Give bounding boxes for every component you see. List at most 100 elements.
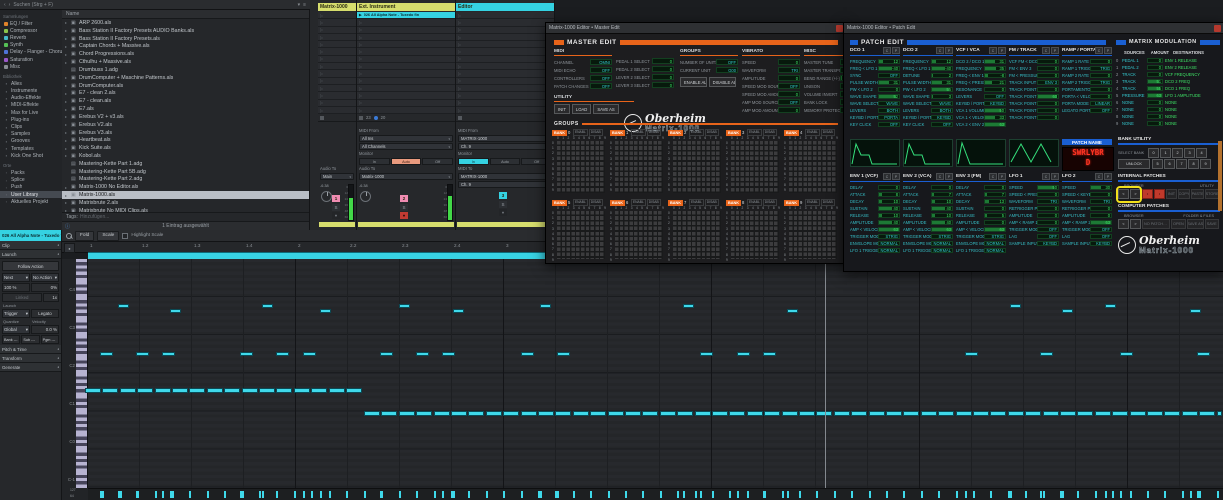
bank-enable-button[interactable]: ENABL (689, 129, 704, 136)
param-field[interactable]: 0 (1037, 87, 1059, 93)
bank-grid[interactable] (789, 141, 837, 193)
bank-grid[interactable] (731, 141, 779, 193)
param-field[interactable]: 0 (778, 91, 800, 97)
launch-mode-select[interactable]: Trigger▾ (2, 309, 30, 318)
matrix-destination-select[interactable]: DCO 2 FREQ (1165, 79, 1220, 84)
sidebar-item-aktuelles-projekt[interactable]: ▫Aktuelles Projekt (0, 198, 62, 205)
velocity-marker[interactable] (903, 491, 905, 498)
copy-button[interactable]: C (989, 173, 997, 180)
sidebar-item-delay-flanger-chorus[interactable]: Delay - Flanger - Chorus (0, 49, 62, 56)
file-row[interactable]: ▤Mastering-Kette Part 1.adg (62, 160, 309, 168)
param-field[interactable]: 0 (652, 58, 674, 64)
clip-slot[interactable]: ▷ (318, 70, 356, 77)
file-row[interactable]: ▤Drumbuss 1.adg (62, 66, 309, 74)
pgm-field[interactable]: Pgm --- (41, 335, 59, 344)
crossfade-strip[interactable] (358, 222, 454, 227)
param-field[interactable]: 5 (984, 213, 1006, 219)
bank-grid[interactable] (615, 211, 663, 259)
disclosure-icon[interactable]: ▸ (65, 122, 69, 127)
param-field[interactable]: 0 (1090, 192, 1112, 198)
velocity-marker[interactable] (451, 491, 453, 498)
clip-slot[interactable]: ▷ (357, 48, 455, 55)
velocity-marker[interactable] (834, 491, 836, 498)
disclosure-icon[interactable]: ▸ (65, 138, 69, 143)
param-field[interactable]: 0 (1090, 59, 1112, 65)
disclosure-icon[interactable]: ▸ (65, 200, 69, 205)
param-field[interactable]: 50 (984, 108, 1006, 114)
clip-slot[interactable]: ▷ (357, 100, 455, 107)
midi-note[interactable] (1010, 304, 1021, 308)
param-field[interactable]: OFF (778, 99, 800, 105)
param-field[interactable]: 12 (931, 59, 953, 65)
param-field[interactable]: TRIG (1090, 80, 1112, 86)
param-field[interactable]: 0 (778, 59, 800, 65)
matrix-amount-field[interactable]: 0 (1147, 65, 1163, 71)
bank-disable-button[interactable]: DISAB (763, 129, 777, 136)
file-row[interactable]: ▸▣DrumComputer.als (62, 82, 309, 90)
param-field[interactable]: KEYBD (1090, 241, 1112, 247)
internal-copy-button[interactable]: COPY (1178, 189, 1190, 199)
track-activator[interactable]: 1 (332, 195, 340, 202)
param-field[interactable]: 13 (984, 199, 1006, 205)
matrix-destination-select[interactable]: NONE (1165, 100, 1220, 105)
velocity-marker[interactable] (1025, 491, 1027, 498)
sidebar-item-clips[interactable]: ▪Clips (0, 123, 62, 130)
velocity-marker[interactable] (660, 491, 662, 498)
copy-button[interactable]: C (883, 47, 891, 54)
clip-slot[interactable]: ▷ (456, 34, 554, 41)
midi-note[interactable] (1043, 411, 1059, 416)
velocity-marker[interactable] (555, 491, 557, 498)
midi-note[interactable] (1120, 352, 1133, 356)
clip-slot[interactable]: ▷ (318, 100, 356, 107)
midi-note[interactable] (399, 411, 415, 416)
clip-slot[interactable]: ▷ (456, 12, 554, 19)
velocity-marker[interactable] (573, 491, 575, 498)
clip-slot[interactable]: ▷ (318, 27, 356, 34)
velocity-marker[interactable] (416, 491, 418, 498)
velocity-marker[interactable] (973, 491, 975, 498)
param-field[interactable]: 52 (878, 94, 900, 100)
audio-to-select[interactable]: Main▾ (320, 173, 354, 180)
param-field[interactable]: NORMAL (931, 241, 953, 247)
param-field[interactable]: G00 (716, 67, 738, 73)
matrix-source-select[interactable]: PEDAL 2 (1122, 65, 1147, 70)
clip-slot[interactable]: ▷ (318, 92, 356, 99)
file-row[interactable]: ▸▣E7 - clean 2.als (62, 89, 309, 97)
param-field[interactable]: 0 (1090, 206, 1112, 212)
sub-field[interactable]: Sub --- (21, 335, 39, 344)
midi-note[interactable] (700, 352, 713, 356)
param-field[interactable]: OFF (716, 59, 738, 65)
clip-slot[interactable]: ▷ (456, 92, 554, 99)
velocity-marker[interactable] (1077, 491, 1079, 498)
midi-note[interactable] (120, 388, 136, 393)
midi-note[interactable] (1062, 309, 1073, 313)
midi-note[interactable] (259, 388, 275, 393)
sidebar-item-templates[interactable]: ▪Templates (0, 145, 62, 152)
param-field[interactable]: 0 (931, 185, 953, 191)
midi-note[interactable] (1197, 352, 1210, 356)
param-field[interactable]: 0 (878, 87, 900, 93)
file-row[interactable]: ▸▣Erebus V2 + v3.als (62, 113, 309, 121)
velocity-marker[interactable] (1060, 491, 1062, 498)
paste-button[interactable]: P (892, 47, 900, 54)
midi-channel-select[interactable]: Ch. 9▾ (458, 143, 552, 150)
bank-disable-button[interactable]: DISAB (589, 199, 603, 206)
computer-save-button[interactable]: SAVE (1205, 219, 1219, 229)
midi-note[interactable] (416, 352, 429, 356)
paste-button[interactable]: P (1051, 173, 1059, 180)
midi-note[interactable] (573, 411, 589, 416)
velocity-marker[interactable] (851, 491, 853, 498)
clip-play-icon[interactable]: ▶ (359, 13, 362, 17)
midi-note[interactable] (262, 304, 273, 308)
param-field[interactable]: STRIG (931, 234, 953, 240)
sidebar-item-misc[interactable]: Misc (0, 63, 62, 70)
paste-button[interactable]: P (998, 173, 1006, 180)
midi-note[interactable] (965, 352, 978, 356)
param-field[interactable]: 0 (1037, 115, 1059, 121)
param-field[interactable]: 0 (1037, 206, 1059, 212)
velocity-marker[interactable] (1043, 491, 1045, 498)
velocity-marker[interactable] (503, 491, 505, 498)
param-field[interactable]: 40 (931, 220, 953, 226)
disclosure-icon[interactable]: ▸ (65, 36, 69, 41)
midi-note[interactable] (294, 388, 310, 393)
